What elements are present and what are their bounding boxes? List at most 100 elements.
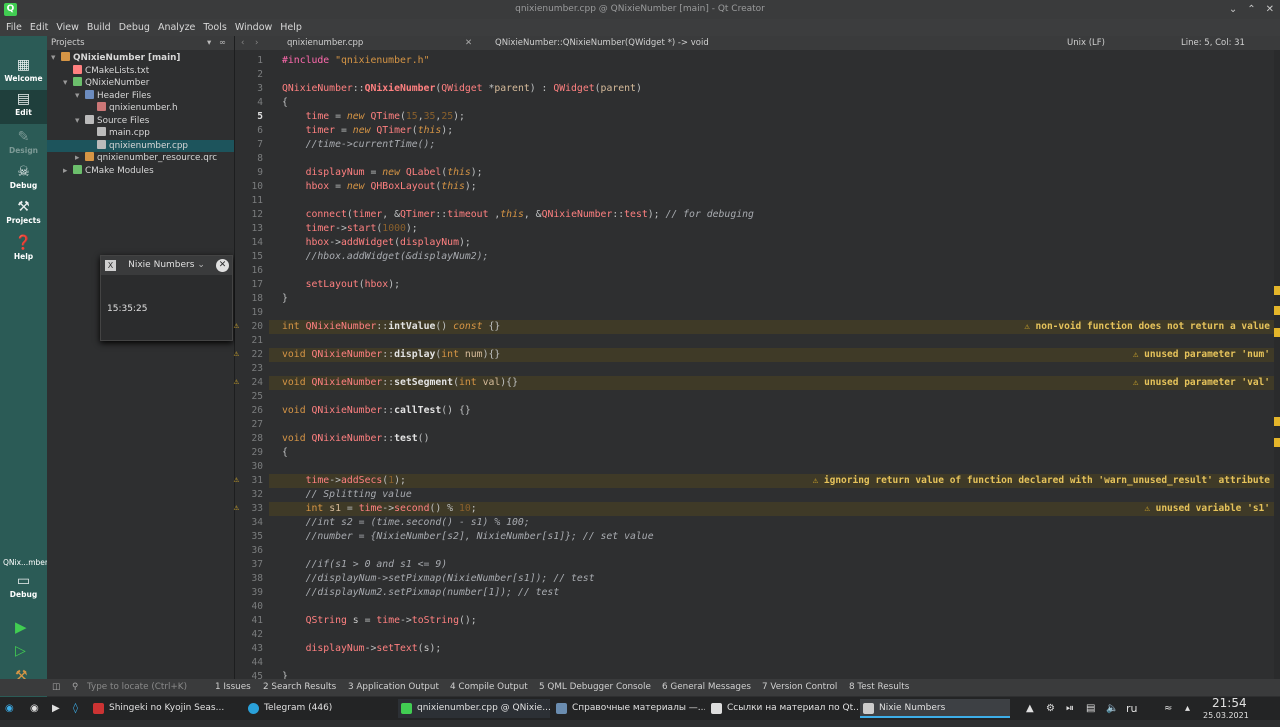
wifi-icon[interactable]: ≈ (1164, 697, 1172, 720)
pane-compile-output[interactable]: 4 Compile Output (450, 679, 528, 696)
mode-edit[interactable]: ▤ Edit (0, 90, 47, 124)
file-icon (85, 152, 94, 161)
file-icon (85, 89, 94, 99)
play-pause-icon[interactable]: ⏯ (1066, 697, 1074, 720)
task-qt-links[interactable]: Ссылки на материал по Qt... (708, 699, 858, 718)
projects-view-selector[interactable]: Projects (51, 38, 85, 48)
bug-icon: ☠ (17, 164, 30, 180)
task-qt-creator[interactable]: qnixienumber.cpp @ QNixie... (398, 699, 550, 718)
tree-item[interactable]: ▾ QNixieNumber (47, 77, 234, 90)
bug-icon[interactable]: ⚙ (1046, 697, 1055, 720)
file-icon (97, 102, 106, 111)
kit-selector[interactable]: ▭ Debug (0, 572, 47, 606)
task-reference-materials[interactable]: Справочные материалы —... (553, 699, 705, 718)
discord-icon[interactable]: ◉ (30, 697, 39, 720)
debug-run-icon[interactable]: ▷ (15, 643, 26, 659)
locator-input[interactable]: Type to locate (Ctrl+K) (87, 679, 187, 696)
popup-title: Nixie Numbers (128, 260, 195, 270)
maximize-icon[interactable]: ⌃ (1247, 0, 1255, 19)
tree-item[interactable]: ▸ CMake Modules (47, 164, 234, 178)
file-icon (61, 52, 70, 61)
link-icon[interactable]: ∞ (219, 38, 226, 48)
nixie-numbers-window: X Nixie Numbers ⌄ ✕ 15:35:25 (100, 255, 233, 341)
tree-arrow-icon[interactable]: ▾ (51, 52, 61, 65)
code-editor[interactable]: #include "qnixienumber.h" QNixieNumber::… (269, 50, 1274, 679)
tree-item[interactable]: ▾ Header Files (47, 89, 234, 103)
tree-item[interactable]: CMakeLists.txt (47, 64, 234, 78)
pane-issues[interactable]: 1 Issues (215, 679, 251, 696)
app-icon: X (105, 260, 116, 271)
vscode-icon[interactable]: ◊ (73, 697, 78, 720)
tray-icon[interactable]: ▲ (1026, 697, 1034, 720)
task-telegram[interactable]: Telegram (446) (245, 699, 395, 718)
mode-design[interactable]: ✎ Design (0, 128, 47, 162)
popup-close-icon[interactable]: ✕ (216, 259, 229, 272)
tree-arrow-icon[interactable]: ▾ (63, 77, 73, 90)
menu-tools[interactable]: Tools (199, 22, 230, 33)
clipboard-icon[interactable]: ▤ (1086, 697, 1095, 720)
tree-item[interactable]: ▾ Source Files (47, 114, 234, 128)
close-document-icon[interactable]: ✕ (465, 36, 472, 50)
projects-header: Projects ▾ ∞ (47, 36, 234, 50)
task-nixie-numbers[interactable]: Nixie Numbers (860, 699, 1010, 718)
mode-welcome[interactable]: ▦ Welcome (0, 56, 47, 90)
filter-icon[interactable]: ▾ (207, 38, 211, 48)
grid-icon: ▦ (16, 57, 31, 73)
menu-help[interactable]: Help (276, 22, 306, 33)
line-ending-selector[interactable]: Unix (LF) (1067, 36, 1105, 50)
toggle-sidebar-icon[interactable]: ◫ (52, 679, 60, 696)
volume-icon[interactable]: 🔈 (1106, 697, 1118, 720)
qt-creator-icon: Q (4, 3, 17, 16)
menu-file[interactable]: File (2, 22, 26, 33)
window-title: qnixienumber.cpp @ QNixieNumber [main] -… (515, 4, 765, 14)
tree-arrow-icon[interactable]: ▾ (75, 90, 85, 103)
projects-panel: Projects ▾ ∞ ▾ QNixieNumber [main] CMakeLi… (47, 36, 235, 679)
menu-view[interactable]: View (52, 22, 83, 33)
close-icon[interactable]: ✕ (1266, 0, 1274, 19)
tree-arrow-icon[interactable]: ▸ (63, 165, 73, 178)
tree-item[interactable]: ▸ qnixienumber_resource.qrc (47, 152, 234, 165)
tree-arrow-icon[interactable]: ▸ (75, 152, 85, 165)
mode-debug[interactable]: ☠ Debug (0, 163, 47, 197)
warning-icon: ⚠ (233, 321, 239, 331)
symbol-selector[interactable]: QNixieNumber::QNixieNumber(QWidget *) ->… (495, 36, 709, 50)
expand-tray-icon[interactable]: ▴ (1185, 697, 1190, 720)
pane-general-messages[interactable]: 6 General Messages (662, 679, 751, 696)
cursor-position[interactable]: Line: 5, Col: 31 (1181, 36, 1245, 50)
app-launcher-icon[interactable]: ◉ (5, 697, 14, 720)
title-bar: Q qnixienumber.cpp @ QNixieNumber [main]… (0, 0, 1280, 19)
editor-scrollbar[interactable] (1274, 50, 1280, 679)
menu-build[interactable]: Build (83, 22, 115, 33)
media-icon[interactable]: ▶ (52, 697, 60, 720)
run-icon[interactable]: ▶ (15, 618, 27, 636)
pane-qml-debugger[interactable]: 5 QML Debugger Console (539, 679, 651, 696)
warning-icon: ⚠ (233, 349, 239, 359)
mode-projects[interactable]: ⚒ Projects (0, 198, 47, 232)
open-document-selector[interactable]: qnixienumber.cpp (287, 36, 363, 50)
menu-window[interactable]: Window (231, 22, 276, 33)
tree-item[interactable]: qnixienumber.cpp (47, 139, 234, 152)
keyboard-layout[interactable]: ru (1126, 697, 1138, 720)
back-icon[interactable]: ‹ (241, 36, 244, 50)
menu-edit[interactable]: Edit (26, 22, 52, 33)
pane-search-results[interactable]: 2 Search Results (263, 679, 336, 696)
minimize-icon[interactable]: ⌄ (1229, 0, 1237, 19)
warning-message: ⚠ ignoring return value of function decl… (812, 475, 1270, 486)
warning-icon: ⚠ (233, 475, 239, 485)
warning-message: ⚠ unused variable 's1' (1144, 503, 1270, 514)
mode-help[interactable]: ❓ Help (0, 234, 47, 268)
task-shingeki[interactable]: Shingeki no Kyojin Seas... (90, 699, 242, 718)
line-number-gutter: 1 2 3 4 5 6 7 8 9 10 11 12 13 14 15 16 1… (233, 50, 269, 682)
menu-debug[interactable]: Debug (115, 22, 154, 33)
tree-item[interactable]: qnixienumber.h (47, 102, 234, 115)
pane-version-control[interactable]: 7 Version Control (762, 679, 837, 696)
pane-test-results[interactable]: 8 Test Results (849, 679, 909, 696)
tree-arrow-icon[interactable]: ▾ (75, 115, 85, 128)
forward-icon[interactable]: › (255, 36, 258, 50)
tree-item[interactable]: main.cpp (47, 127, 234, 140)
window-controls: ⌄ ⌃ ✕ (1229, 0, 1274, 19)
pane-application-output[interactable]: 3 Application Output (348, 679, 439, 696)
menu-analyze[interactable]: Analyze (154, 22, 199, 33)
tree-item[interactable]: ▾ QNixieNumber [main] (47, 52, 234, 65)
warning-message: ⚠ unused parameter 'num' (1133, 349, 1270, 360)
